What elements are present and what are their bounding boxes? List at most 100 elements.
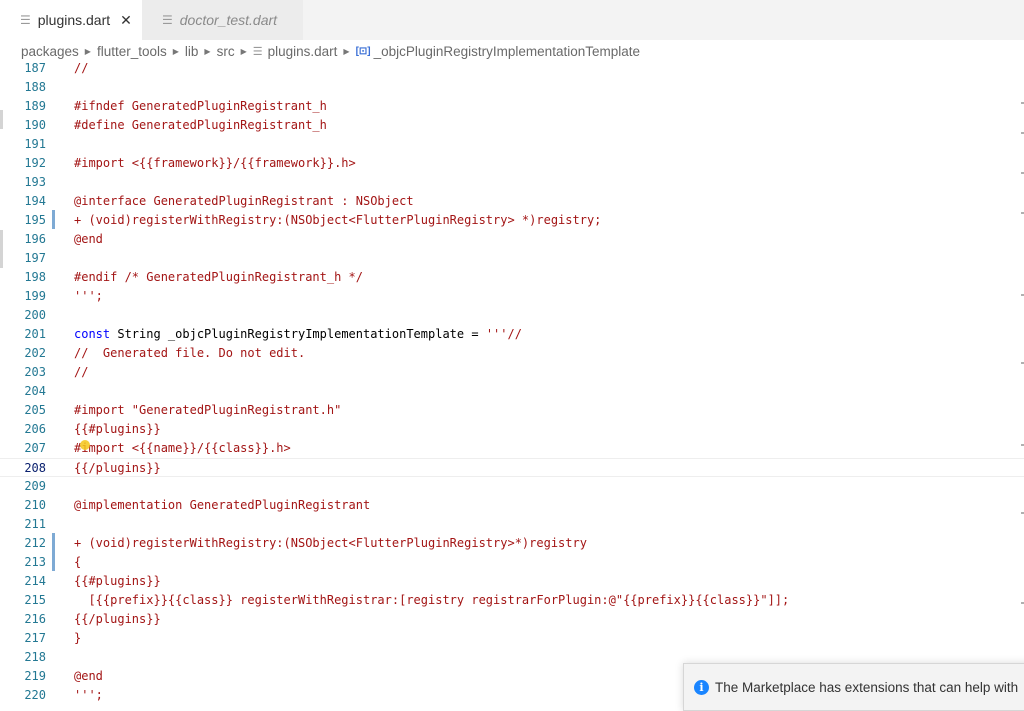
code-line[interactable]: 199 '''; xyxy=(0,287,1024,306)
chevron-right-icon: ▶ xyxy=(84,46,91,56)
code-line[interactable]: 195 + (void)registerWithRegistry:(NSObjec… xyxy=(0,211,1024,230)
breadcrumb-lib[interactable]: lib xyxy=(185,44,199,59)
code-line[interactable]: 212 + (void)registerWithRegistry:(NSObjec… xyxy=(0,534,1024,553)
code-text: // Generated file. Do not edit. xyxy=(74,346,306,360)
breadcrumb-plugins-dart[interactable]: plugins.dart xyxy=(268,44,338,59)
code-line[interactable]: 192 #import <{{framework}}/{{framework}}.… xyxy=(0,154,1024,173)
code-line[interactable]: 198 #endif /* GeneratedPluginRegistrant_h… xyxy=(0,268,1024,287)
chevron-right-icon: ▶ xyxy=(343,46,350,56)
line-number: 192 xyxy=(24,156,46,170)
line-number: 193 xyxy=(24,175,46,189)
line-number: 195 xyxy=(24,213,46,227)
code-line[interactable]: 203 // xyxy=(0,363,1024,382)
file-lines-icon: ☰ xyxy=(20,13,31,27)
line-number: 211 xyxy=(24,517,46,531)
line-number: 189 xyxy=(24,99,46,113)
code-line[interactable]: 211 xyxy=(0,515,1024,534)
code-text: } xyxy=(74,631,82,645)
notification-text: The Marketplace has extensions that can … xyxy=(715,679,1019,695)
line-number: 204 xyxy=(24,384,46,398)
tab-doctor-test-dart[interactable]: ☰ doctor_test.dart xyxy=(142,0,304,40)
line-number: 213 xyxy=(24,555,46,569)
code-line[interactable]: 216 {{/plugins}} xyxy=(0,610,1024,629)
plain-token: String _objcPluginRegistryImplementation… xyxy=(110,327,486,341)
code-line[interactable]: 204 xyxy=(0,382,1024,401)
code-text: {{#plugins}} xyxy=(74,574,161,588)
file-lines-icon: ☰ xyxy=(252,45,263,58)
code-line[interactable]: 201 const String _objcPluginRegistryImple… xyxy=(0,325,1024,344)
info-icon: i xyxy=(694,679,709,695)
code-text: const String _objcPluginRegistryImplemen… xyxy=(74,325,522,344)
line-number: 202 xyxy=(24,346,46,360)
code-line[interactable]: 194 @interface GeneratedPluginRegistrant … xyxy=(0,192,1024,211)
code-text: #import <{{name}}/{{class}}.h> xyxy=(74,441,291,455)
line-number: 212 xyxy=(24,536,46,550)
lightbulb-icon[interactable] xyxy=(80,440,90,450)
modified-line-marker xyxy=(52,210,55,229)
line-number: 209 xyxy=(24,479,46,493)
code-line[interactable]: 189 #ifndef GeneratedPluginRegistrant_h xyxy=(0,97,1024,116)
line-number: 207 xyxy=(24,441,46,455)
code-text: #endif /* GeneratedPluginRegistrant_h */ xyxy=(74,270,363,284)
code-line[interactable]: 205 #import "GeneratedPluginRegistrant.h" xyxy=(0,401,1024,420)
code-line[interactable]: 217} xyxy=(0,629,1024,648)
breadcrumb-packages[interactable]: packages xyxy=(21,44,79,59)
scroll-indicator xyxy=(0,110,3,129)
code-line[interactable]: 193 xyxy=(0,173,1024,192)
code-text: // xyxy=(74,62,89,75)
code-line[interactable]: 190 #define GeneratedPluginRegistrant_h xyxy=(0,116,1024,135)
code-line[interactable]: 187 // xyxy=(0,62,1024,78)
code-line[interactable]: 207 #import <{{name}}/{{class}}.h> xyxy=(0,439,1024,458)
line-number: 208 xyxy=(24,461,46,475)
line-number: 203 xyxy=(24,365,46,379)
line-number: 206 xyxy=(24,422,46,436)
tab-label: plugins.dart xyxy=(37,12,111,28)
code-text: + (void)registerWithRegistry:(NSObject<F… xyxy=(74,213,602,227)
code-line[interactable]: 188 xyxy=(0,78,1024,97)
code-line[interactable]: 200 xyxy=(0,306,1024,325)
scroll-indicator xyxy=(0,230,3,268)
code-line[interactable]: 196 @end xyxy=(0,230,1024,249)
chevron-right-icon: ▶ xyxy=(240,46,247,56)
code-line[interactable]: 197 xyxy=(0,249,1024,268)
line-number: 216 xyxy=(24,612,46,626)
code-line[interactable]: 208 {{/plugins}} xyxy=(0,458,1024,477)
code-line[interactable]: 214 {{#plugins}} xyxy=(0,572,1024,591)
code-text: #import "GeneratedPluginRegistrant.h" xyxy=(74,403,342,417)
close-icon[interactable]: ✕ xyxy=(120,12,132,29)
breadcrumb-symbol[interactable]: _objcPluginRegistryImplementationTemplat… xyxy=(374,44,640,59)
code-text: @interface GeneratedPluginRegistrant : N… xyxy=(74,194,414,208)
breadcrumb-flutter-tools[interactable]: flutter_tools xyxy=(97,44,167,59)
tab-label: doctor_test.dart xyxy=(179,12,278,28)
code-editor[interactable]: 221220''';219@end218217}216{{/plugins}}2… xyxy=(0,62,1024,708)
line-number: 219 xyxy=(24,669,46,683)
code-line[interactable]: 191 xyxy=(0,135,1024,154)
breadcrumb-src[interactable]: src xyxy=(217,44,235,59)
file-lines-icon: ☰ xyxy=(162,13,173,27)
code-text: @end xyxy=(74,232,103,246)
string-token: '''// xyxy=(485,327,522,341)
line-number: 188 xyxy=(24,80,46,94)
line-number: 196 xyxy=(24,232,46,246)
line-number: 201 xyxy=(24,327,46,341)
code-line[interactable]: 202 // Generated file. Do not edit. xyxy=(0,344,1024,363)
line-number: 217 xyxy=(24,631,46,645)
tab-plugins-dart[interactable]: ☰ plugins.dart ✕ xyxy=(0,0,142,40)
code-line[interactable]: 213 { xyxy=(0,553,1024,572)
line-number: 187 xyxy=(24,62,46,75)
code-text: #define GeneratedPluginRegistrant_h xyxy=(74,118,327,132)
breadcrumb: packages ▶ flutter_tools ▶ lib ▶ src ▶ ☰… xyxy=(0,40,1024,62)
code-text: #ifndef GeneratedPluginRegistrant_h xyxy=(74,99,327,113)
notification-toast[interactable]: i The Marketplace has extensions that ca… xyxy=(683,663,1024,711)
code-line[interactable]: 209 xyxy=(0,477,1024,496)
line-number: 210 xyxy=(24,498,46,512)
code-text: {{#plugins}} xyxy=(74,422,161,436)
code-line[interactable]: 206 {{#plugins}} xyxy=(0,420,1024,439)
line-number: 214 xyxy=(24,574,46,588)
line-number: 194 xyxy=(24,194,46,208)
line-number: 200 xyxy=(24,308,46,322)
code-line[interactable]: 210 @implementation GeneratedPluginRegist… xyxy=(0,496,1024,515)
code-text: { xyxy=(74,555,82,569)
code-line[interactable]: 215 [{{prefix}}{{class}} registerWithReg… xyxy=(0,591,1024,610)
chevron-right-icon: ▶ xyxy=(172,46,179,56)
